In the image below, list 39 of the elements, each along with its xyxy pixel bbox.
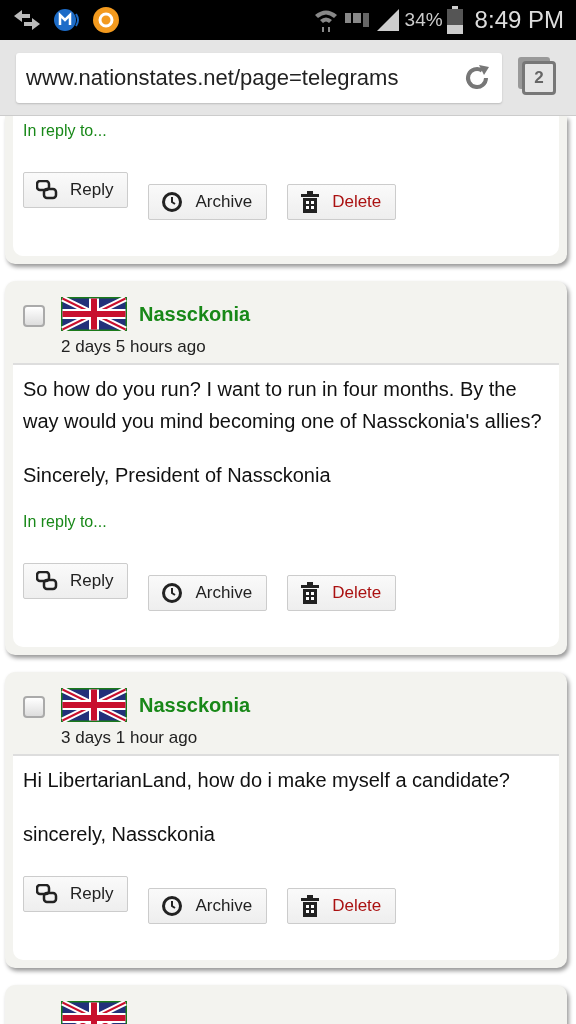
clock-icon	[161, 582, 184, 604]
archive-button[interactable]: Archive	[148, 888, 268, 924]
clock-icon	[161, 895, 184, 917]
sender-link[interactable]: Nassckonia	[139, 302, 251, 326]
in-reply-link[interactable]: In reply to...	[23, 122, 543, 140]
speech-bubbles-icon	[36, 180, 58, 200]
flag-icon	[61, 297, 127, 331]
message-paragraph: sincerely, Nassckonia	[23, 822, 216, 847]
sender-link[interactable]: Nassckonia	[139, 693, 251, 717]
reply-button[interactable]: Reply	[23, 563, 129, 599]
archive-button[interactable]: Archive	[148, 184, 268, 220]
clock-icon	[161, 191, 184, 213]
reply-button[interactable]: Reply	[23, 172, 129, 208]
reply-button[interactable]: Reply	[23, 876, 129, 912]
trash-icon	[300, 895, 321, 917]
message-paragraph: So how do you run? I want to run in four months. By the way would you mind becoming one of Nassckonia's allies?	[23, 377, 543, 434]
delete-button[interactable]: Delete	[287, 575, 397, 611]
in-reply-link[interactable]: In reply to...	[23, 513, 543, 531]
message-paragraph: Hi LibertarianLand, how do i make myself a candidate?	[23, 768, 511, 793]
delete-button[interactable]: Delete	[287, 184, 397, 220]
transfer-arrows-icon	[12, 8, 42, 32]
url-text: www.nationstates.net/page=telegrams	[26, 64, 400, 91]
delete-button[interactable]: Delete	[287, 888, 397, 924]
battery-percent: 34%	[404, 9, 443, 31]
battery-icon	[446, 6, 463, 34]
checkbox[interactable]	[23, 696, 45, 718]
trash-icon	[300, 191, 321, 213]
trash-icon	[300, 582, 321, 604]
archive-button[interactable]: Archive	[148, 575, 268, 611]
message-time: 3 days 1 hour ago	[61, 728, 199, 748]
message-paragraph: Sincerely, President of Nassckonia	[23, 463, 332, 488]
speech-bubbles-icon	[36, 884, 58, 904]
message-time: 2 days 5 hours ago	[61, 337, 207, 357]
clock: 8:49 PM	[474, 6, 564, 34]
speech-bubbles-icon	[36, 571, 58, 591]
checkbox[interactable]	[23, 305, 45, 327]
app-icon	[92, 6, 120, 34]
address-bar[interactable]: www.nationstates.net/page=telegrams	[16, 52, 502, 103]
flag-icon	[61, 688, 127, 722]
